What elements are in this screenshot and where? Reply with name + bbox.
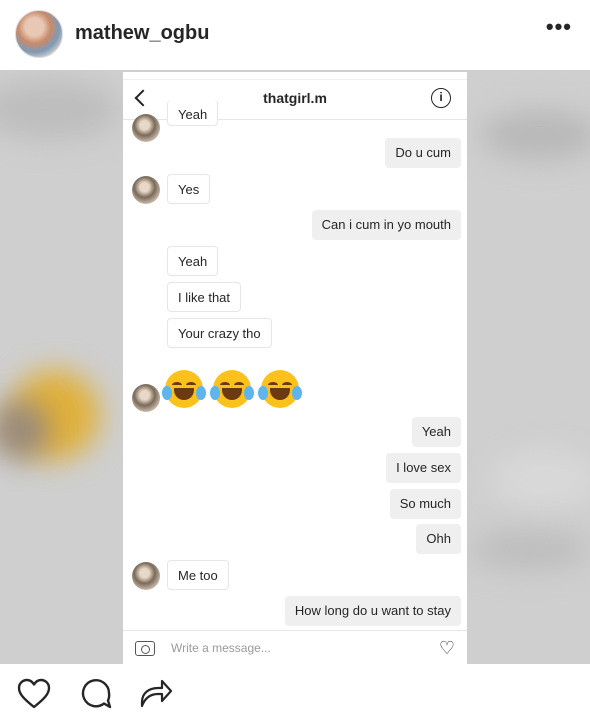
camera-icon[interactable] bbox=[135, 641, 155, 656]
post-header: mathew_ogbu ••• bbox=[0, 0, 590, 70]
message-bubble: Yeah bbox=[411, 417, 461, 447]
share-icon[interactable] bbox=[138, 676, 174, 712]
more-options-icon[interactable]: ••• bbox=[546, 16, 572, 38]
heart-icon[interactable] bbox=[16, 676, 52, 712]
blur-shape bbox=[490, 450, 590, 510]
message-composer: Write a message... ♡ bbox=[123, 630, 467, 664]
instagram-post: mathew_ogbu ••• thatgirl.m i Yeah Do u c… bbox=[0, 0, 590, 722]
avatar[interactable] bbox=[132, 562, 160, 590]
info-icon[interactable]: i bbox=[431, 88, 451, 108]
message-bubble: I like that bbox=[167, 282, 242, 312]
heart-icon[interactable]: ♡ bbox=[439, 639, 455, 657]
message-bubble: Me too bbox=[167, 560, 229, 590]
message-bubble: Ohh bbox=[416, 524, 461, 554]
post-actions bbox=[0, 664, 590, 722]
message-bubble: Yes bbox=[167, 174, 211, 204]
message-bubble: I love sex bbox=[386, 453, 461, 483]
message-bubble: Your crazy tho bbox=[167, 318, 272, 348]
dm-screenshot: thatgirl.m i Yeah Do u cum Yes Can i cum… bbox=[123, 72, 467, 664]
status-bar bbox=[123, 72, 467, 80]
tears-of-joy-emoji bbox=[258, 370, 302, 408]
tears-of-joy-emoji bbox=[162, 370, 206, 408]
blur-shape bbox=[470, 530, 590, 570]
avatar[interactable] bbox=[132, 176, 160, 204]
message-bubble: Yeah bbox=[167, 100, 219, 126]
post-avatar[interactable] bbox=[15, 10, 63, 58]
message-bubble: How long do u want to stay bbox=[284, 596, 461, 626]
comment-icon[interactable] bbox=[78, 676, 114, 712]
blur-shape bbox=[0, 80, 120, 140]
message-bubble: Do u cum bbox=[385, 138, 461, 168]
blur-shape bbox=[480, 110, 590, 160]
tears-of-joy-emoji bbox=[210, 370, 254, 408]
avatar[interactable] bbox=[132, 384, 160, 412]
message-input[interactable]: Write a message... bbox=[171, 641, 271, 655]
message-bubble: Yeah bbox=[167, 246, 219, 276]
message-bubble: So much bbox=[389, 489, 461, 519]
post-username[interactable]: mathew_ogbu bbox=[75, 22, 209, 45]
avatar[interactable] bbox=[132, 114, 160, 142]
message-bubble: Can i cum in yo mouth bbox=[311, 210, 461, 240]
